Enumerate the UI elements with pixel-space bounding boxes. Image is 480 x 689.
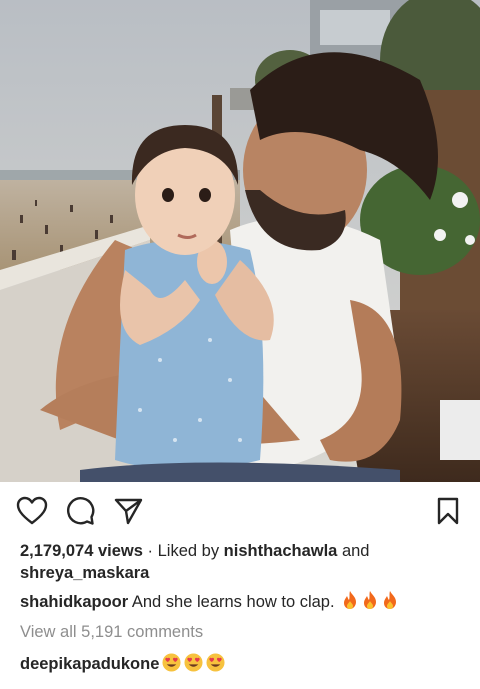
caption-username[interactable]: shahidkapoor [20,593,128,611]
paper-plane-icon[interactable] [112,495,144,527]
views-and-likes: 2,179,074 views · Liked by nishthachawla… [20,540,460,584]
liked-by-user2-link[interactable]: shreya_maskara [20,564,149,582]
view-all-comments-link[interactable]: View all 5,191 comments [20,621,460,643]
fire-emoji [361,590,379,610]
comment-username[interactable]: deepikapadukone [20,655,159,673]
fire-emoji [381,590,399,610]
liked-by-prefix: Liked by [157,542,224,560]
heart-eyes-emoji [184,653,203,672]
separator: · [142,542,158,560]
post-photo[interactable] [0,0,480,482]
post-caption: shahidkapoor And she learns how to clap. [20,590,460,613]
liked-by-user-link[interactable]: nishthachawla [224,542,338,560]
caption-text: And she learns how to clap. [128,593,340,611]
comment-bubble-icon[interactable] [64,495,96,527]
bookmark-icon[interactable] [432,495,464,527]
views-count[interactable]: 2,179,074 views [20,542,143,560]
liked-by-and: and [337,542,370,560]
heart-eyes-emoji [206,653,225,672]
heart-icon[interactable] [16,495,48,527]
comment: deepikapadukone [20,653,460,675]
heart-eyes-emoji [162,653,181,672]
post-actions-bar [0,482,480,540]
fire-emoji [341,590,359,610]
post-meta: 2,179,074 views · Liked by nishthachawla… [0,540,480,675]
instagram-post: 2,179,074 views · Liked by nishthachawla… [0,0,480,689]
